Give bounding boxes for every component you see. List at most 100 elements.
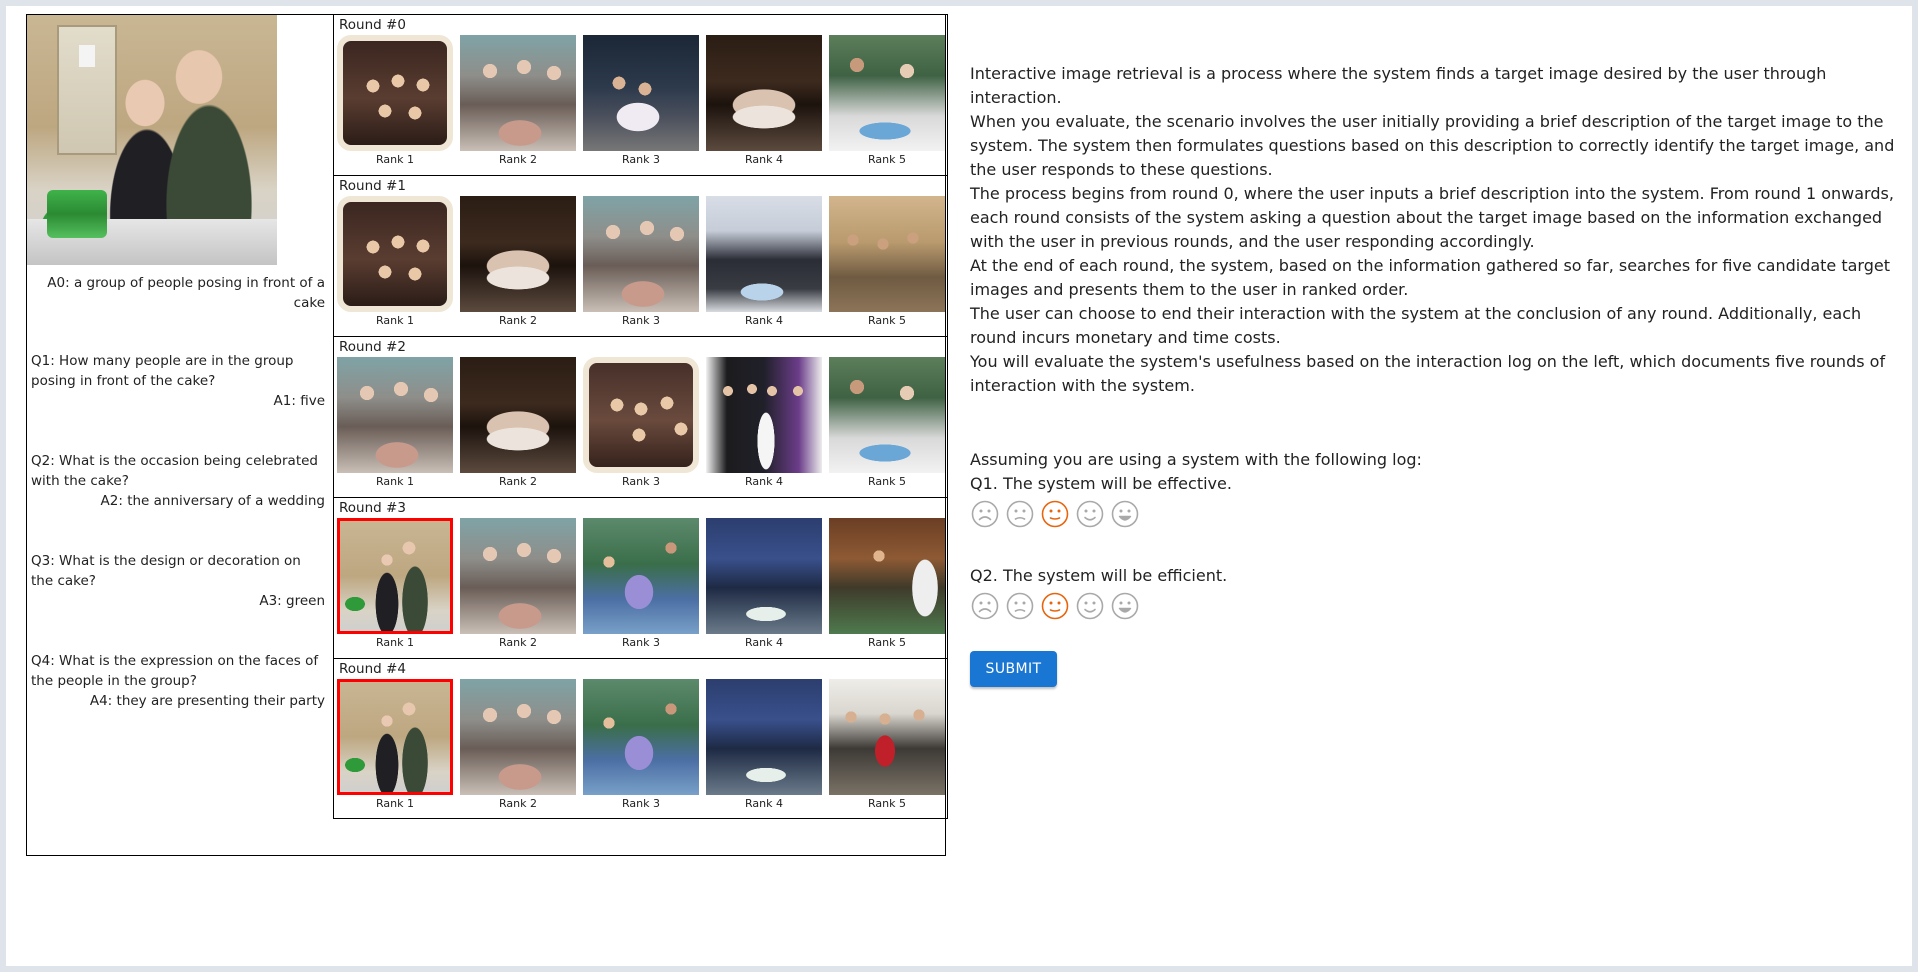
candidate: Rank 1 — [337, 357, 453, 488]
candidate-image — [337, 357, 453, 473]
qa-pair: Q1: How many people are in the group pos… — [27, 351, 333, 411]
satisfied-icon[interactable] — [1075, 591, 1105, 621]
candidate-image — [829, 679, 945, 795]
candidate-image — [829, 35, 945, 151]
rank-label: Rank 1 — [376, 797, 414, 810]
page: A0: a group of people posing in front of… — [6, 6, 1912, 966]
instruction-paragraph: When you evaluate, the scenario involves… — [970, 112, 1895, 179]
candidate: Rank 1 — [337, 679, 453, 810]
question-text: Q4: What is the expression on the faces … — [31, 653, 319, 689]
candidate: Rank 4 — [706, 196, 822, 327]
candidate: Rank 3 — [583, 518, 699, 649]
rank-label: Rank 4 — [745, 475, 783, 488]
survey-q1-label: Q1. The system will be effective. — [970, 474, 1232, 493]
interaction-log-panel: A0: a group of people posing in front of… — [26, 14, 948, 856]
rank-label: Rank 1 — [376, 475, 414, 488]
question-text: Q3: What is the design or decoration on … — [31, 553, 301, 589]
round-block: Round #4 Rank 1 Rank 2 Rank 3 Rank 4 Rank 5 — [333, 658, 948, 819]
dissatisfied-icon[interactable] — [1005, 591, 1035, 621]
candidate-image — [706, 35, 822, 151]
dissatisfied-icon[interactable] — [1005, 499, 1035, 529]
instruction-paragraph: At the end of each round, the system, ba… — [970, 256, 1890, 299]
answer-text: A4: they are presenting their party — [89, 693, 325, 709]
candidate-image — [337, 35, 453, 151]
very-dissatisfied-icon[interactable] — [970, 499, 1000, 529]
round-title: Round #0 — [339, 17, 406, 33]
candidate: Rank 3 — [583, 357, 699, 488]
rank-label: Rank 4 — [745, 314, 783, 327]
candidate-image — [460, 357, 576, 473]
round-block: Round #2 Rank 1 Rank 2 Rank 3 Rank 4 Rank 5 — [333, 336, 948, 497]
rank-label: Rank 4 — [745, 153, 783, 166]
very-satisfied-icon[interactable] — [1110, 499, 1140, 529]
qa-pair: Q3: What is the design or decoration on … — [27, 551, 333, 611]
round-title: Round #3 — [339, 500, 406, 516]
candidate-image — [706, 679, 822, 795]
candidate: Rank 2 — [460, 679, 576, 810]
rank-label: Rank 1 — [376, 153, 414, 166]
rank-label: Rank 2 — [499, 153, 537, 166]
candidate-image — [829, 357, 945, 473]
candidate: Rank 5 — [829, 679, 945, 810]
candidate-image-target — [337, 679, 453, 795]
instructions-text: Interactive image retrieval is a process… — [970, 62, 1910, 398]
candidate: Rank 1 — [337, 35, 453, 166]
question-text: Q1: How many people are in the group pos… — [31, 353, 294, 389]
rank-label: Rank 3 — [622, 636, 660, 649]
instruction-paragraph: The user can choose to end their interac… — [970, 304, 1862, 347]
round-block: Round #0 Rank 1 Rank 2 Rank 3 Rank 4 Rank 5 — [333, 14, 948, 175]
candidate-image — [583, 357, 699, 473]
survey: Assuming you are using a system with the… — [970, 448, 1870, 622]
candidate: Rank 1 — [337, 196, 453, 327]
candidate-row: Rank 1 Rank 2 Rank 3 Rank 4 Rank 5 — [337, 357, 945, 488]
question-text: Q2: What is the occasion being celebrate… — [31, 453, 318, 489]
candidate-row: Rank 1 Rank 2 Rank 3 Rank 4 Rank 5 — [337, 518, 945, 649]
round-block: Round #1 Rank 1 Rank 2 Rank 3 Rank 4 Rank 5 — [333, 175, 948, 336]
candidate: Rank 2 — [460, 35, 576, 166]
very-dissatisfied-icon[interactable] — [970, 591, 1000, 621]
candidate-row: Rank 1 Rank 2 Rank 3 Rank 4 Rank 5 — [337, 679, 945, 810]
rating-q1 — [970, 499, 1870, 530]
submit-button[interactable]: SUBMIT — [970, 651, 1057, 687]
candidate-image — [706, 196, 822, 312]
survey-intro: Assuming you are using a system with the… — [970, 450, 1422, 469]
survey-q2-label: Q2. The system will be efficient. — [970, 566, 1228, 585]
candidate: Rank 2 — [460, 518, 576, 649]
answer-a0: A0: a group of people posing in front of… — [47, 275, 325, 311]
candidate-image — [460, 35, 576, 151]
candidate: Rank 4 — [706, 679, 822, 810]
very-satisfied-icon[interactable] — [1110, 591, 1140, 621]
candidate: Rank 4 — [706, 357, 822, 488]
rank-label: Rank 2 — [499, 636, 537, 649]
rank-label: Rank 2 — [499, 475, 537, 488]
candidate: Rank 5 — [829, 196, 945, 327]
neutral-icon[interactable] — [1040, 499, 1070, 529]
candidate: Rank 3 — [583, 679, 699, 810]
rounds-grid: Round #0 Rank 1 Rank 2 Rank 3 Rank 4 Rank 5 Ro… — [333, 14, 948, 819]
candidate: Rank 4 — [706, 518, 822, 649]
round-block: Round #3 Rank 1 Rank 2 Rank 3 Rank 4 Rank 5 — [333, 497, 948, 658]
candidate-image-target — [337, 518, 453, 634]
rank-label: Rank 4 — [745, 797, 783, 810]
rank-label: Rank 3 — [622, 314, 660, 327]
candidate-image — [460, 196, 576, 312]
instruction-paragraph: Interactive image retrieval is a process… — [970, 64, 1827, 107]
rank-label: Rank 5 — [868, 153, 906, 166]
satisfied-icon[interactable] — [1075, 499, 1105, 529]
candidate: Rank 1 — [337, 518, 453, 649]
rank-label: Rank 1 — [376, 636, 414, 649]
qa-pair: Q2: What is the occasion being celebrate… — [27, 451, 333, 511]
neutral-icon[interactable] — [1040, 591, 1070, 621]
candidate: Rank 3 — [583, 196, 699, 327]
candidate-image — [829, 518, 945, 634]
candidate-image — [583, 679, 699, 795]
rank-label: Rank 5 — [868, 475, 906, 488]
candidate-image — [583, 196, 699, 312]
candidate-image — [583, 518, 699, 634]
rank-label: Rank 4 — [745, 636, 783, 649]
target-image — [27, 15, 277, 265]
candidate-row: Rank 1 Rank 2 Rank 3 Rank 4 Rank 5 — [337, 196, 945, 327]
qa-list: Q1: How many people are in the group pos… — [27, 351, 333, 711]
candidate-image — [706, 357, 822, 473]
round-title: Round #2 — [339, 339, 406, 355]
